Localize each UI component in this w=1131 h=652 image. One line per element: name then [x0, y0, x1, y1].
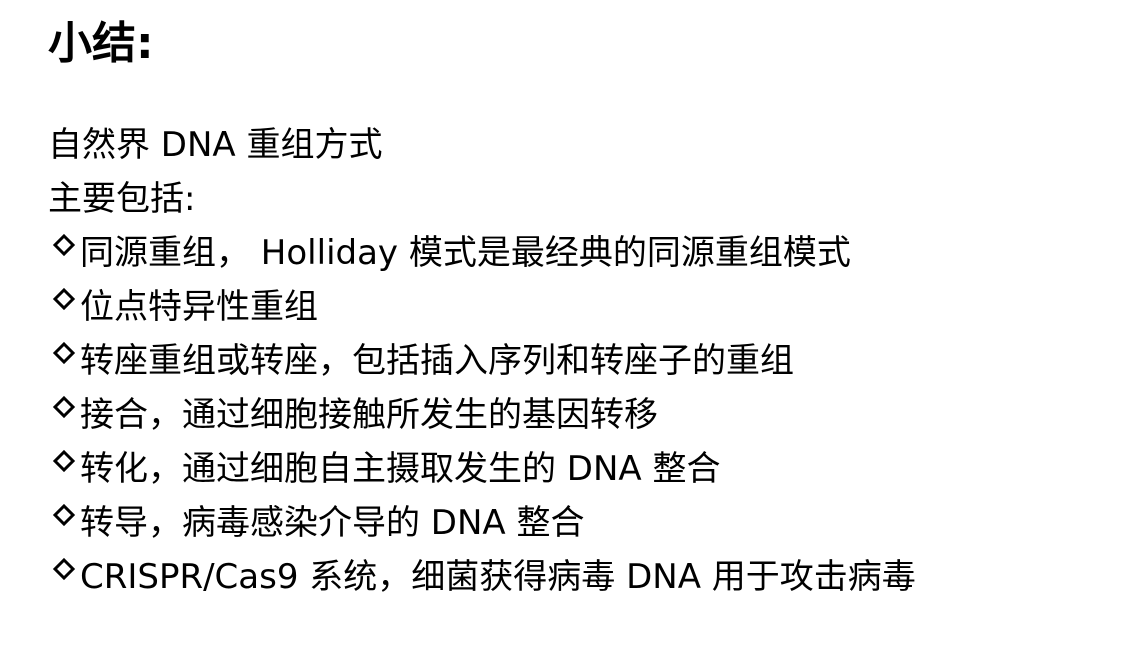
bullet-item: 同源重组， Holliday 模式是最经典的同源重组模式 [48, 226, 1108, 280]
bullet-item: 接合，通过细胞接触所发生的基因转移 [48, 388, 1108, 442]
intro-line: 主要包括: [48, 179, 196, 219]
bullet-item: 位点特异性重组 [48, 280, 1108, 334]
diamond-bullet-icon [48, 550, 80, 604]
slide-content: 自然界 DNA 重组方式 主要包括: 同源重组， Holliday 模式是最经典… [48, 118, 1108, 604]
bullet-item: CRISPR/Cas9 系统，细菌获得病毒 DNA 用于攻击病毒 [48, 550, 1108, 604]
bullet-item-text: 转座重组或转座，包括插入序列和转座子的重组 [80, 341, 794, 381]
bullet-item: 转座重组或转座，包括插入序列和转座子的重组 [48, 334, 1108, 388]
diamond-bullet-icon [48, 496, 80, 550]
bullet-item-text: 位点特异性重组 [80, 287, 318, 327]
bullet-item: 转导，病毒感染介导的 DNA 整合 [48, 496, 1108, 550]
diamond-bullet-icon [48, 226, 80, 280]
slide: 小结: 自然界 DNA 重组方式 主要包括: 同源重组， Holliday 模式… [0, 0, 1131, 652]
diamond-bullet-icon [48, 334, 80, 388]
bullet-item-text: 转导，病毒感染介导的 DNA 整合 [80, 503, 585, 543]
intro-line: 自然界 DNA 重组方式 [48, 125, 383, 165]
diamond-bullet-icon [48, 442, 80, 496]
bullet-item-text: CRISPR/Cas9 系统，细菌获得病毒 DNA 用于攻击病毒 [80, 557, 916, 597]
bullet-item-text: 同源重组， Holliday 模式是最经典的同源重组模式 [80, 233, 851, 273]
bullet-item-text: 接合，通过细胞接触所发生的基因转移 [80, 395, 658, 435]
diamond-bullet-icon [48, 388, 80, 442]
bullet-item-text: 转化，通过细胞自主摄取发生的 DNA 整合 [80, 449, 721, 489]
slide-title: 小结: [48, 18, 154, 69]
diamond-bullet-icon [48, 280, 80, 334]
bullet-item: 转化，通过细胞自主摄取发生的 DNA 整合 [48, 442, 1108, 496]
